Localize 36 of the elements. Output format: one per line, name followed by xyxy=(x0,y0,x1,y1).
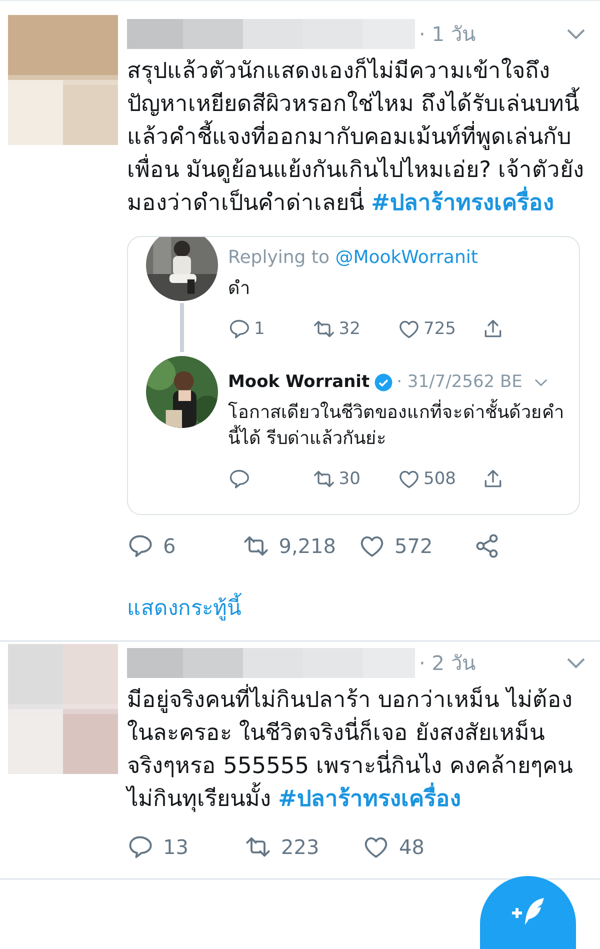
show-thread-link[interactable]: แสดงกระทู้นี้ xyxy=(127,577,241,640)
like-button[interactable]: 508 xyxy=(398,468,482,490)
share-icon xyxy=(474,533,500,559)
speech-bubble-icon xyxy=(127,834,153,860)
retweet-button[interactable]: 223 xyxy=(245,834,363,860)
retweet-icon xyxy=(312,318,335,340)
handle-link[interactable]: @MookWorranit xyxy=(335,247,478,268)
tweet-text: ดำ xyxy=(228,277,251,301)
user-name: Mook Worranit xyxy=(228,372,370,392)
like-button[interactable]: 48 xyxy=(363,834,481,860)
tweet-text: โอกาสเดียวในชีวิตของแกที่จะด่าชั้นด้วยคำนี้ได้ รีบด่าแล้วกันย่ะ xyxy=(228,400,567,452)
quoted-tweet-card[interactable]: Replying to @MookWorranit ดำ 1 32 725 Mook Worranit · 31/7/2562 BE โอกาสเดียวในชีวิตของแกที่จะด่าชั้นด้วยคำนี้ได้ รีบด่าแล้วกันย่ะ 30 508 xyxy=(127,236,580,515)
replying-label: Replying to xyxy=(228,247,330,268)
retweet-button[interactable]: 9,218 xyxy=(242,533,358,559)
heart-icon xyxy=(398,468,420,490)
chevron-icon xyxy=(534,378,548,386)
reply-button[interactable]: 1 xyxy=(228,318,313,340)
retweet-button[interactable]: 30 xyxy=(312,468,398,490)
speech-bubble-icon xyxy=(127,533,153,559)
tweet-text: มีอยู่จริงคนที่ไม่กินปลาร้า บอกว่าเหม็น ไม่ต้องในละครอะ ในชีวิตจริงนี่ก็เจอ ยังสงสัยเหม็นจริงๆหรอ 555555 เพราะนี่กินไง คงคล้ายๆคนไม่กินทุเรียนมั้ง #ปลาร้าทรงเครื่อง xyxy=(127,684,590,816)
like-button[interactable]: 572 xyxy=(358,533,474,559)
retweet-icon xyxy=(312,468,335,490)
tweet-text: สรุปแล้วตัวนักแสดงเองก็ไม่มีความเข้าใจถึงปัญหาเหยียดสีผิวหรอกใช่ไหม ถึงได้รับเล่นบทนี้ แล้วคำชี้แจงที่ออกมากับคอมเม้นท์ที่พูดเล่นกับเพื่อน มันดูย้อนแย้งกันเกินไปไหมเอ่ย? เจ้าตัวยังมองว่าดำเป็นคำด่าเลยนี่ #ปลาร้าทรงเครื่อง xyxy=(127,56,586,218)
heart-icon xyxy=(398,318,420,340)
tweet-time: · 1 วัน xyxy=(419,21,476,48)
reply-button[interactable]: 13 xyxy=(127,834,245,860)
speech-bubble-icon xyxy=(228,468,250,490)
tweet-time: · 31/7/2562 BE xyxy=(396,372,522,392)
retweet-button[interactable]: 32 xyxy=(312,318,398,340)
tweet-time: · 2 วัน xyxy=(419,650,476,677)
reply-button[interactable]: 6 xyxy=(127,533,243,559)
like-button[interactable]: 725 xyxy=(398,318,482,340)
chevron-icon xyxy=(566,657,586,669)
speech-bubble-icon xyxy=(228,318,250,340)
chevron-icon xyxy=(566,28,586,40)
compose-button[interactable] xyxy=(480,876,576,949)
